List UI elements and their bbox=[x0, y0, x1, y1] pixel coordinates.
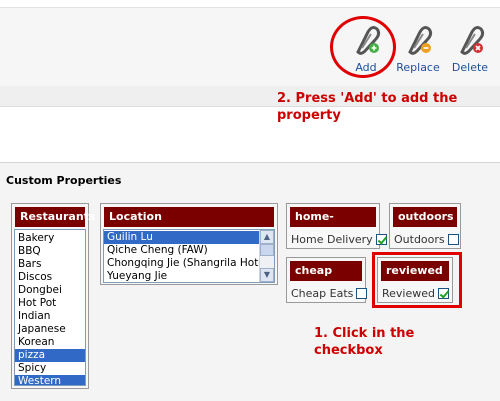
annotation-press-add: 2. Press 'Add' to add the property bbox=[277, 91, 458, 123]
delete-button[interactable]: Delete bbox=[444, 24, 496, 76]
annotation-click-checkbox: 1. Click in the checkbox bbox=[314, 326, 415, 358]
home-delivery-label: Home Delivery bbox=[291, 233, 373, 246]
restaurant-list-item[interactable]: Japanese bbox=[15, 323, 85, 336]
restaurants-header: Restaurants bbox=[15, 207, 95, 227]
toolbar: Add Replace Delete bbox=[0, 7, 500, 87]
restaurant-list-item[interactable]: Bakery bbox=[15, 232, 85, 245]
location-listbox[interactable]: Guilin Lu Qiche Cheng (FAW) Chongqing Jie … bbox=[103, 229, 275, 283]
replace-label: Replace bbox=[396, 61, 440, 74]
restaurants-listbox[interactable]: Bakery BBQ Bars Discos Dongbei Hot Pot Indian J… bbox=[14, 229, 86, 386]
scroll-up-icon[interactable]: ▲ bbox=[260, 230, 274, 244]
reviewed-highlight-rect bbox=[372, 252, 462, 308]
home-delivery-box: home-delivery Home Delivery bbox=[286, 203, 387, 249]
delete-label: Delete bbox=[451, 61, 489, 74]
scroll-down-icon[interactable]: ▼ bbox=[260, 268, 274, 282]
location-list-item[interactable]: Chongqing Jie (Shangrila Hotel) bbox=[104, 257, 274, 270]
home-delivery-checkbox[interactable] bbox=[375, 234, 387, 245]
restaurant-list-item[interactable]: Bars bbox=[15, 258, 85, 271]
outdoors-header: outdoors bbox=[393, 207, 457, 227]
restaurants-box: Restaurants Bakery BBQ Bars Discos Dongbei Ho… bbox=[11, 203, 95, 389]
replace-clip-icon bbox=[408, 26, 433, 55]
delete-clip-icon bbox=[460, 26, 485, 55]
restaurant-list-item[interactable]: Dongbei bbox=[15, 284, 85, 297]
home-delivery-header: home-delivery bbox=[290, 207, 376, 243]
restaurant-list-item[interactable]: Korean bbox=[15, 336, 85, 349]
cheap-checkbox[interactable] bbox=[356, 288, 368, 299]
restaurant-list-item[interactable]: Spicy bbox=[15, 362, 85, 375]
scroll-thumb[interactable] bbox=[260, 244, 274, 256]
restaurant-list-item[interactable]: pizza bbox=[15, 349, 85, 362]
custom-properties-title: Custom Properties bbox=[6, 174, 122, 187]
restaurant-list-item[interactable]: Western bbox=[15, 375, 85, 385]
location-list-item[interactable]: Yueyang Jie bbox=[104, 270, 274, 282]
outdoors-row: Outdoors bbox=[394, 233, 459, 246]
restaurant-list-item[interactable]: Indian bbox=[15, 310, 85, 323]
custom-properties-panel: Custom Properties Restaurants Bakery BBQ B… bbox=[0, 162, 500, 401]
replace-button[interactable]: Replace bbox=[392, 24, 444, 76]
location-list-item[interactable]: Qiche Cheng (FAW) bbox=[104, 244, 274, 257]
location-header: Location bbox=[104, 207, 274, 227]
location-box: Location Guilin Lu Qiche Cheng (FAW) Chong… bbox=[100, 203, 278, 285]
outdoors-label: Outdoors bbox=[394, 233, 445, 246]
cheap-header: cheap bbox=[290, 261, 362, 281]
outdoors-box: outdoors Outdoors bbox=[389, 203, 461, 249]
restaurant-list-item[interactable]: Hot Pot bbox=[15, 297, 85, 310]
outdoors-checkbox[interactable] bbox=[447, 234, 459, 245]
cheap-row: Cheap Eats bbox=[291, 287, 368, 300]
home-delivery-row: Home Delivery bbox=[291, 233, 387, 246]
restaurant-list-item[interactable]: BBQ bbox=[15, 245, 85, 258]
location-list-item[interactable]: Guilin Lu bbox=[104, 231, 274, 244]
location-scrollbar[interactable]: ▲ ▼ bbox=[259, 230, 274, 282]
cheap-box: cheap Cheap Eats bbox=[286, 257, 368, 303]
cheap-label: Cheap Eats bbox=[291, 287, 354, 300]
add-highlight-circle bbox=[330, 16, 396, 78]
restaurant-list-item[interactable]: Discos bbox=[15, 271, 85, 284]
